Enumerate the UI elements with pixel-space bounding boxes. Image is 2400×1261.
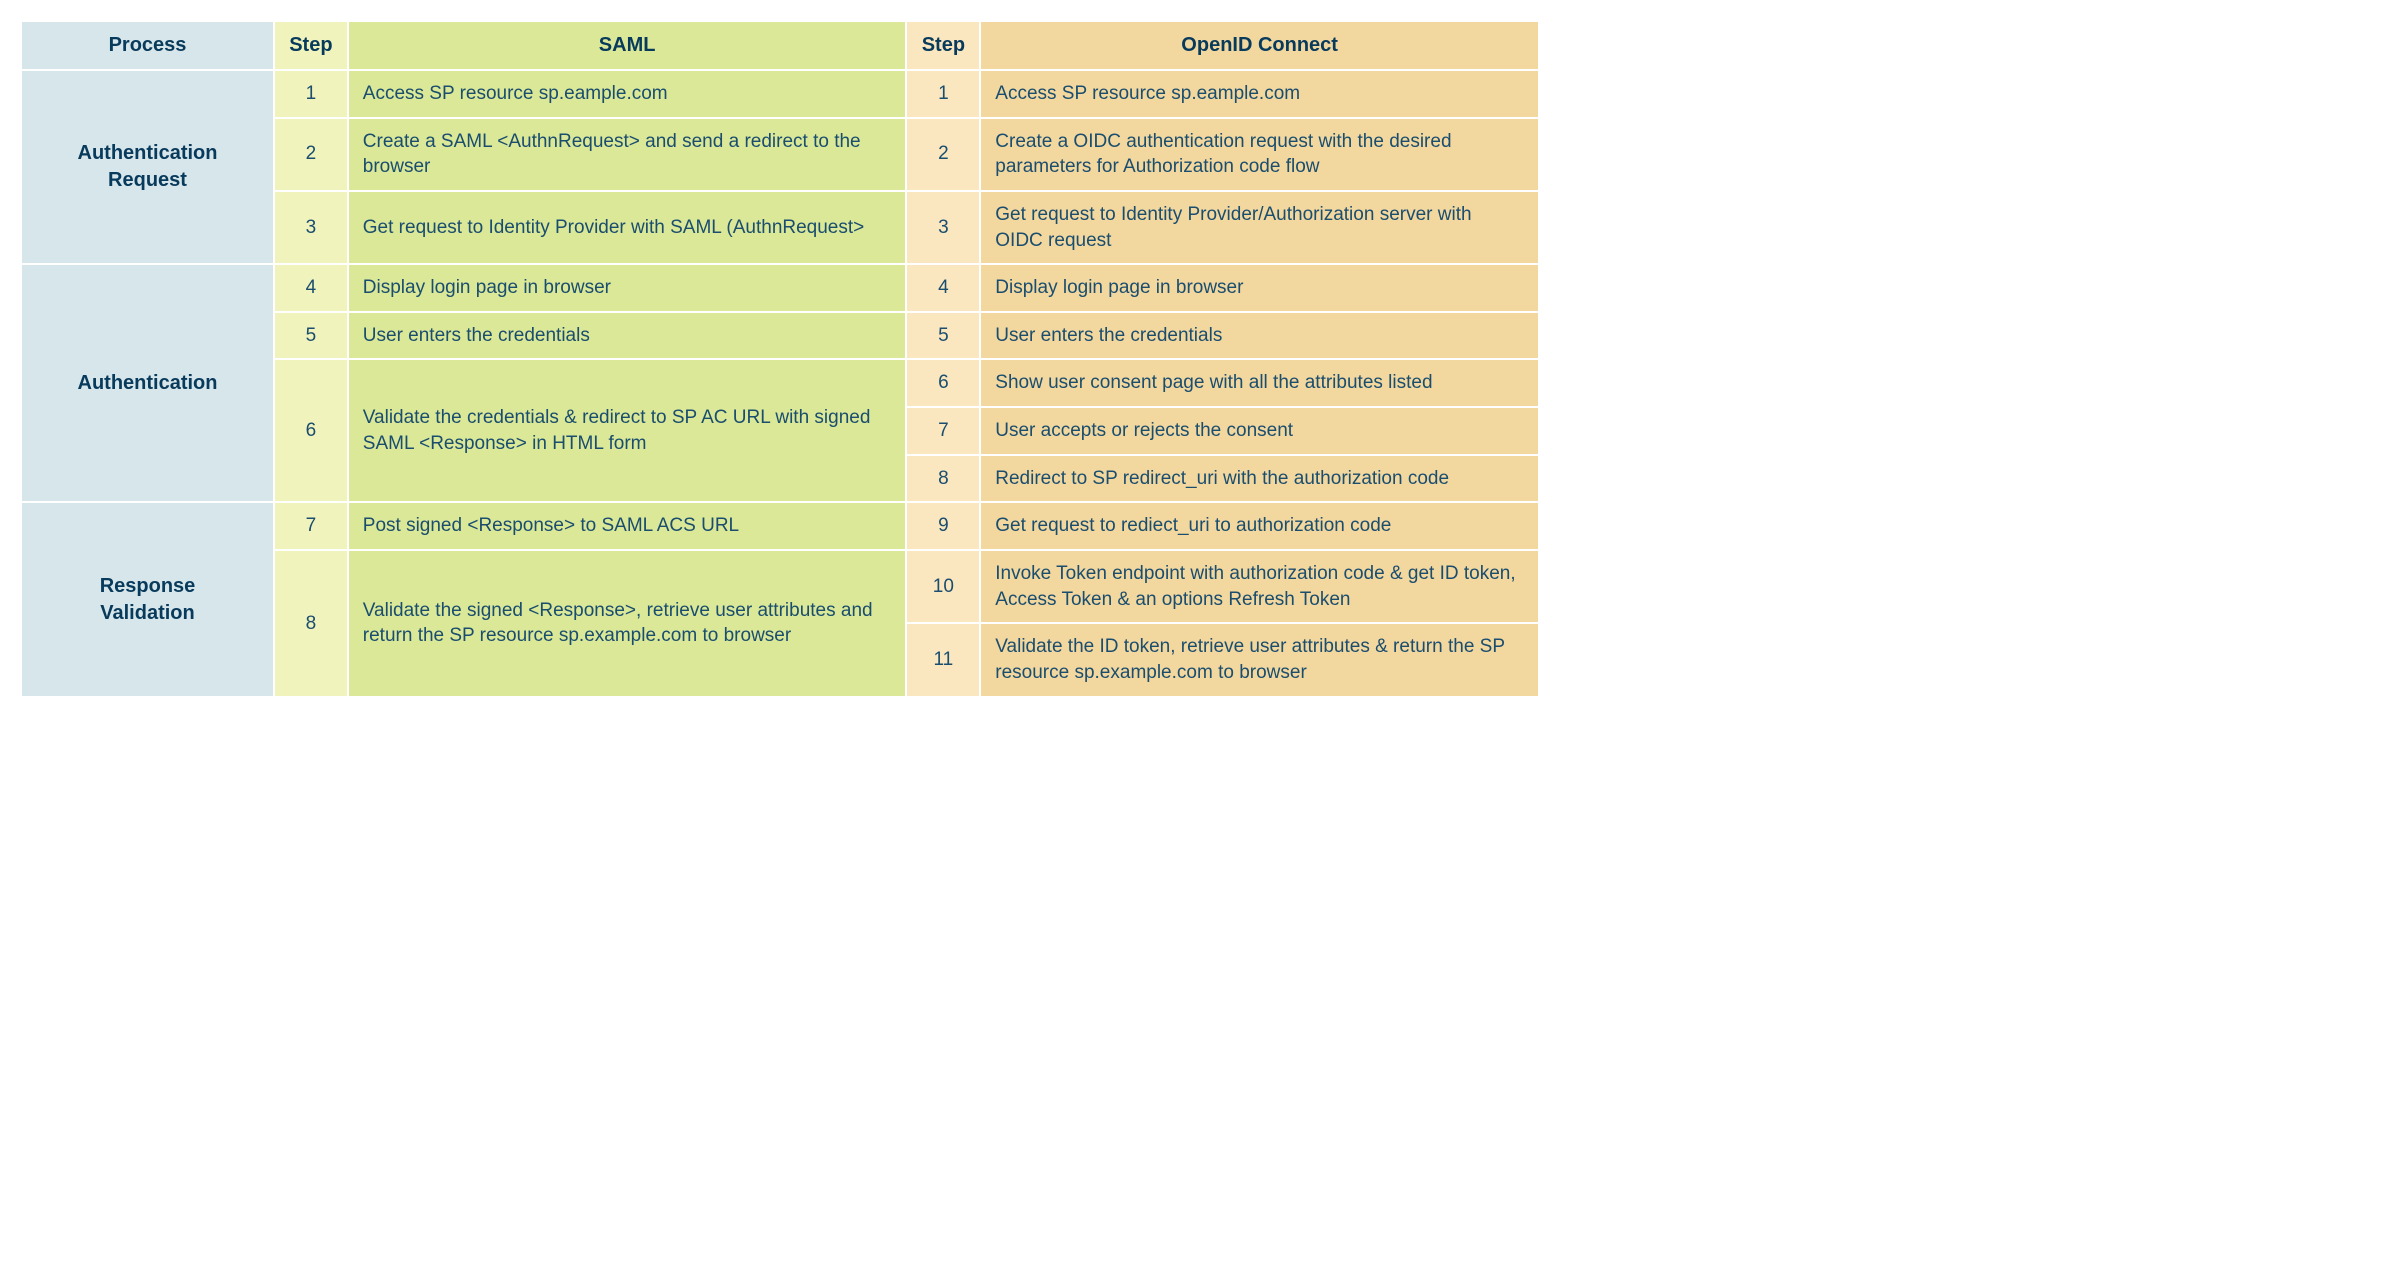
process-cell: Authentication — [21, 264, 274, 502]
saml-step: 3 — [274, 191, 348, 264]
oidc-desc: Display login page in browser — [980, 264, 1539, 312]
saml-step: 5 — [274, 312, 348, 360]
saml-step: 6 — [274, 359, 348, 502]
oidc-step: 7 — [906, 407, 980, 455]
saml-desc: Access SP resource sp.eample.com — [348, 70, 907, 118]
oidc-desc: Get request to Identity Provider/Authori… — [980, 191, 1539, 264]
oidc-step: 11 — [906, 623, 980, 696]
header-saml: SAML — [348, 21, 907, 70]
table-row: Authentication4Display login page in bro… — [21, 264, 1539, 312]
oidc-desc: User enters the credentials — [980, 312, 1539, 360]
header-row: Process Step SAML Step OpenID Connect — [21, 21, 1539, 70]
oidc-desc: User accepts or rejects the consent — [980, 407, 1539, 455]
oidc-desc: Redirect to SP redirect_uri with the aut… — [980, 455, 1539, 503]
header-process: Process — [21, 21, 274, 70]
oidc-step: 10 — [906, 550, 980, 623]
saml-desc: Post signed <Response> to SAML ACS URL — [348, 502, 907, 550]
oidc-step: 6 — [906, 359, 980, 407]
saml-desc: User enters the credentials — [348, 312, 907, 360]
saml-step: 8 — [274, 550, 348, 697]
comparison-table: Process Step SAML Step OpenID Connect Au… — [20, 20, 1540, 698]
oidc-step: 3 — [906, 191, 980, 264]
oidc-desc: Invoke Token endpoint with authorization… — [980, 550, 1539, 623]
table-row: AuthenticationRequest1Access SP resource… — [21, 70, 1539, 118]
oidc-step: 2 — [906, 118, 980, 191]
saml-desc: Display login page in browser — [348, 264, 907, 312]
oidc-desc: Create a OIDC authentication request wit… — [980, 118, 1539, 191]
saml-step: 1 — [274, 70, 348, 118]
header-step-saml: Step — [274, 21, 348, 70]
oidc-step: 9 — [906, 502, 980, 550]
oidc-step: 4 — [906, 264, 980, 312]
process-cell: ResponseValidation — [21, 502, 274, 696]
oidc-step: 8 — [906, 455, 980, 503]
oidc-desc: Validate the ID token, retrieve user att… — [980, 623, 1539, 696]
table-row: ResponseValidation7Post signed <Response… — [21, 502, 1539, 550]
oidc-step: 5 — [906, 312, 980, 360]
saml-desc: Get request to Identity Provider with SA… — [348, 191, 907, 264]
oidc-desc: Access SP resource sp.eample.com — [980, 70, 1539, 118]
saml-step: 4 — [274, 264, 348, 312]
header-oidc: OpenID Connect — [980, 21, 1539, 70]
oidc-step: 1 — [906, 70, 980, 118]
saml-step: 7 — [274, 502, 348, 550]
saml-desc: Create a SAML <AuthnRequest> and send a … — [348, 118, 907, 191]
process-cell: AuthenticationRequest — [21, 70, 274, 264]
oidc-desc: Get request to rediect_uri to authorizat… — [980, 502, 1539, 550]
saml-desc: Validate the signed <Response>, retrieve… — [348, 550, 907, 697]
saml-desc: Validate the credentials & redirect to S… — [348, 359, 907, 502]
saml-step: 2 — [274, 118, 348, 191]
header-step-oidc: Step — [906, 21, 980, 70]
oidc-desc: Show user consent page with all the attr… — [980, 359, 1539, 407]
